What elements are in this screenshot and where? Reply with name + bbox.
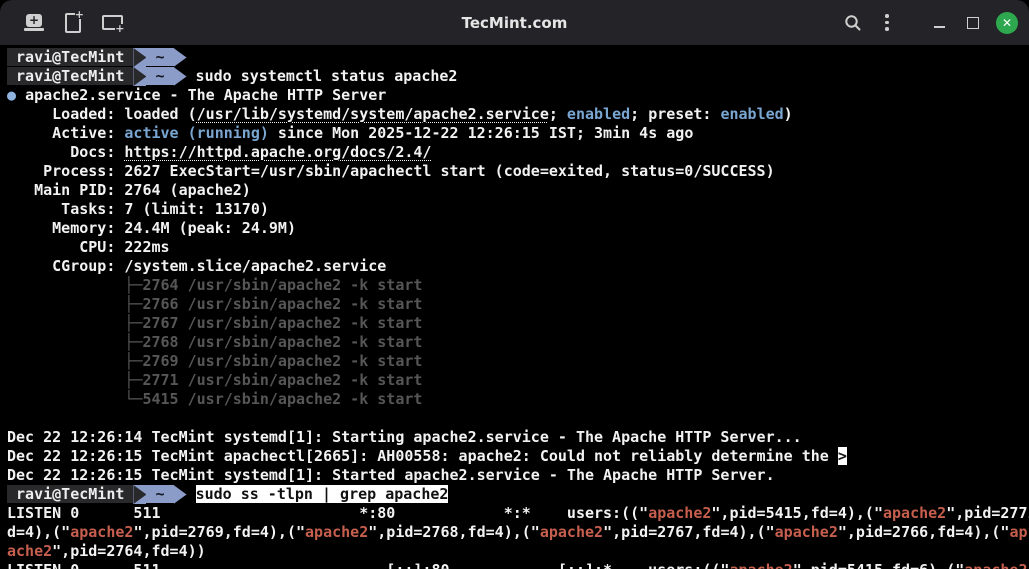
grep-match: apache2: [539, 523, 604, 541]
close-icon[interactable]: ✕: [995, 11, 1019, 35]
terminal-line: ● apache2.service - The Apache HTTP Serv…: [7, 86, 387, 104]
terminal-line: ache2",pid=2764,fd=4)): [7, 542, 206, 560]
terminal-line: CPU: 222ms: [7, 238, 170, 256]
new-tab-page-icon[interactable]: +: [61, 9, 85, 35]
prompt-user-host: ravi@TecMint: [7, 485, 134, 503]
terminal-line: ├─2766 /usr/sbin/apache2 -k start: [7, 295, 423, 313]
grep-match: apache2: [883, 504, 947, 522]
powerline-arrow-icon: [133, 48, 147, 67]
terminal-line: Dec 22 12:26:15 TecMint systemd[1]: Star…: [7, 466, 775, 484]
terminal-line: Memory: 24.4M (peak: 24.9M): [7, 219, 296, 237]
grep-match: apache2: [70, 523, 134, 541]
command-text: sudo systemctl status apache2: [186, 67, 458, 85]
kebab-menu-icon[interactable]: [875, 11, 899, 35]
terminal-window: + + + TecMint.com ✕ ravi@TecMint ~ ravi@…: [0, 0, 1029, 569]
terminal-line: ├─2771 /usr/sbin/apache2 -k start: [7, 371, 423, 389]
terminal-line: ├─2767 /usr/sbin/apache2 -k start: [7, 314, 423, 332]
grep-match: ap: [1009, 523, 1028, 541]
terminal-line: LISTEN 0 511 [::]:80 [::]:* users:(("apa…: [7, 561, 1029, 569]
titlebar: + + + TecMint.com ✕: [0, 0, 1029, 45]
terminal-line: ravi@TecMint ~ sudo systemctl status apa…: [7, 67, 1029, 86]
grep-match: apache2: [729, 561, 792, 569]
maximize-icon[interactable]: [961, 11, 985, 35]
terminal-line: ├─2768 /usr/sbin/apache2 -k start: [7, 333, 423, 351]
terminal-line: Process: 2627 ExecStart=/usr/sbin/apache…: [7, 162, 775, 180]
terminal-body[interactable]: ravi@TecMint ~ ravi@TecMint ~ sudo syste…: [0, 45, 1029, 569]
terminal-line: ravi@TecMint ~ sudo ss -tlpn | grep apac…: [7, 485, 1029, 504]
prompt-user-host: ravi@TecMint: [7, 48, 134, 66]
docs-link: https://httpd.apache.org/docs/2.4/: [124, 143, 432, 161]
terminal-line: Docs: https://httpd.apache.org/docs/2.4/: [7, 143, 432, 161]
command-text-selected: sudo ss -tlpn | grep apache2: [195, 485, 449, 503]
terminal-line: Tasks: 7 (limit: 13170): [7, 200, 269, 218]
grep-match: apache2: [648, 504, 712, 522]
terminal-line: Dec 22 12:26:15 TecMint apachectl[2665]:…: [7, 447, 847, 465]
titlebar-left-actions: + + +: [0, 9, 125, 35]
terminal-line: └─5415 /usr/sbin/apache2 -k start: [7, 390, 423, 408]
prompt-cwd: ~: [146, 48, 174, 66]
powerline-arrow-icon: [174, 48, 187, 67]
terminal-line: ├─2764 /usr/sbin/apache2 -k start: [7, 276, 423, 294]
powerline-arrow-icon: [133, 67, 147, 86]
active-state: active (running): [124, 124, 269, 142]
search-icon[interactable]: [841, 11, 865, 35]
terminal-line: ├─2769 /usr/sbin/apache2 -k start: [7, 352, 423, 370]
grep-match: apache2: [305, 523, 369, 541]
unit-file-link: /usr/lib/systemd/system/apache2.service: [196, 105, 549, 123]
terminal-line: LISTEN 0 511 *:80 *:* users:(("apache2",…: [7, 504, 1029, 522]
terminal-line: Dec 22 12:26:14 TecMint systemd[1]: Star…: [7, 428, 802, 446]
terminal-line: Loaded: loaded (/usr/lib/systemd/system/…: [7, 105, 793, 123]
powerline-arrow-icon: [174, 485, 187, 504]
grep-match: apache2: [774, 523, 838, 541]
terminal-line: CGroup: /system.slice/apache2.service: [7, 257, 387, 275]
terminal-line: d=4),("apache2",pid=2769,fd=4),("apache2…: [7, 523, 1028, 541]
new-tab-icon[interactable]: +: [100, 11, 125, 35]
terminal-line: ravi@TecMint ~: [7, 48, 1029, 67]
new-window-icon[interactable]: +: [22, 11, 46, 35]
status-dot: ●: [7, 86, 26, 104]
terminal-line: Active: active (running) since Mon 2025-…: [7, 124, 694, 142]
prompt-cwd: ~: [146, 67, 174, 85]
prompt-user-host: ravi@TecMint: [7, 67, 134, 85]
minimize-icon[interactable]: [927, 11, 951, 35]
truncation-marker: >: [837, 447, 847, 465]
powerline-arrow-icon: [133, 485, 147, 504]
prompt-cwd: ~: [146, 485, 174, 503]
titlebar-right-actions: ✕: [841, 0, 1019, 45]
grep-match: apache2: [964, 561, 1027, 569]
powerline-arrow-icon: [174, 67, 187, 86]
grep-match: ache2: [7, 542, 53, 560]
terminal-line: Main PID: 2764 (apache2): [7, 181, 251, 199]
